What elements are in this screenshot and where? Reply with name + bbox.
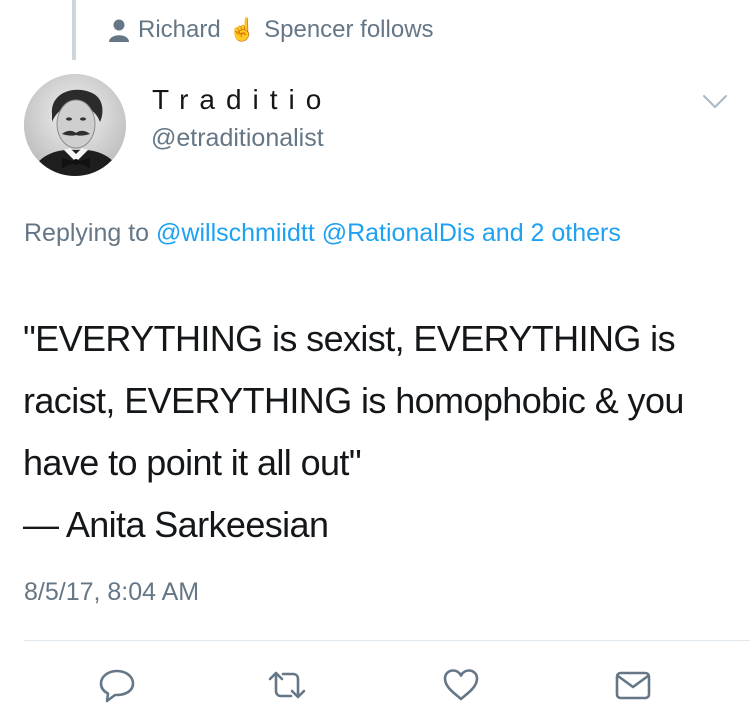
context-name-first: Richard [138, 16, 221, 43]
person-icon [108, 18, 130, 42]
thread-line [72, 0, 76, 60]
tweet-actions [0, 660, 750, 710]
replying-to: Replying to @willschmiidtt @RationalDis … [24, 212, 714, 254]
retweet-icon[interactable] [266, 664, 308, 706]
reply-icon[interactable] [96, 664, 138, 706]
direct-message-icon[interactable] [612, 664, 654, 706]
author-handle[interactable]: @etraditionalist [151, 124, 324, 153]
mention-link[interactable]: @willschmiidtt [156, 219, 315, 247]
pointing-up-emoji: ☝️ [228, 17, 257, 42]
replying-prefix: Replying to [24, 219, 150, 247]
author-display-name[interactable]: Traditio [152, 84, 332, 116]
mention-link[interactable]: @RationalDis [322, 219, 475, 247]
avatar[interactable] [24, 74, 126, 176]
like-icon[interactable] [440, 664, 482, 706]
social-context[interactable]: Richard ☝️ Spencer follows [108, 14, 434, 46]
others-link[interactable]: and 2 others [482, 219, 621, 247]
tweet-text: "EVERYTHING is sexist, EVERYTHING is rac… [23, 318, 684, 545]
tweet-timestamp[interactable]: 8/5/17, 8:04 AM [24, 578, 199, 607]
chevron-down-icon[interactable] [702, 92, 728, 112]
context-name-rest: Spencer follows [264, 16, 434, 43]
divider [24, 640, 750, 641]
